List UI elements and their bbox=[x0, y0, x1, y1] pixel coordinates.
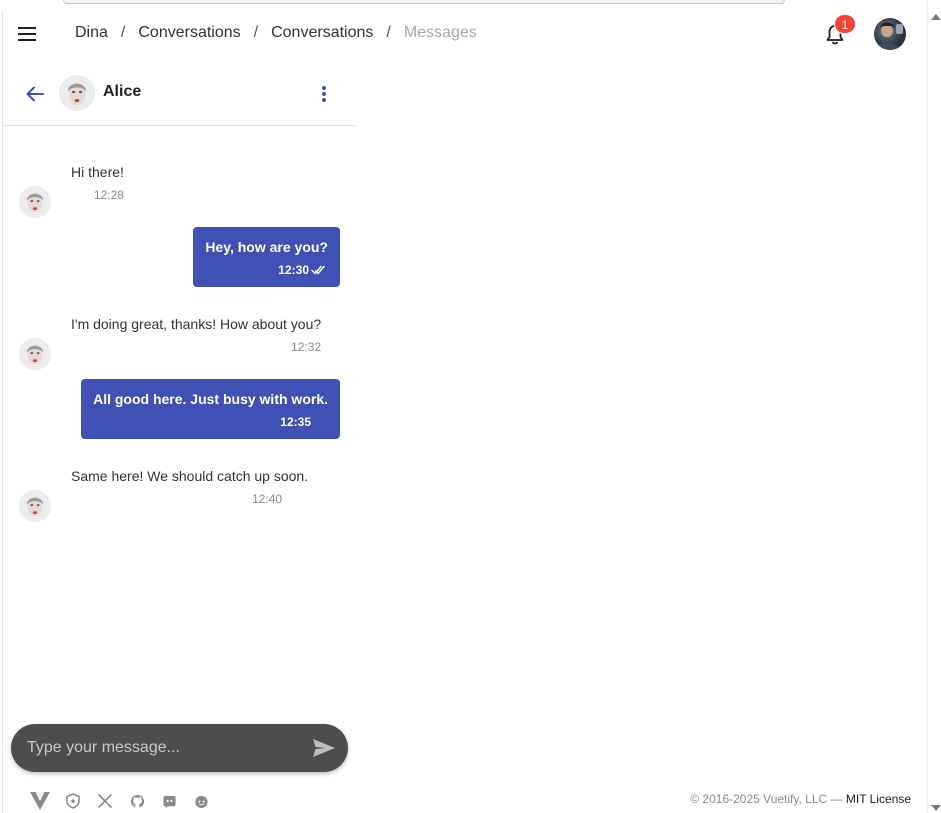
send-icon bbox=[313, 739, 335, 757]
scroll-down-arrow[interactable] bbox=[931, 805, 941, 811]
copyright-text: © 2016-2025 Vuetify, LLC — bbox=[690, 792, 843, 806]
arrow-left-icon bbox=[26, 86, 44, 102]
page-scrollbar[interactable] bbox=[927, 0, 941, 813]
window-top-edge bbox=[63, 0, 785, 4]
github-icon bbox=[130, 794, 144, 808]
message-time: 12:32 bbox=[291, 340, 322, 354]
reddit-icon bbox=[194, 795, 208, 808]
message-outgoing: Hey, how are you? 12:30 bbox=[193, 227, 340, 287]
discord-icon bbox=[162, 795, 176, 808]
breadcrumb-item-messages: Messages bbox=[403, 24, 477, 41]
message-avatar bbox=[19, 338, 51, 370]
more-vertical-icon bbox=[322, 86, 326, 102]
message-composer bbox=[11, 724, 348, 772]
x-link[interactable] bbox=[94, 790, 116, 812]
reddit-link[interactable] bbox=[190, 790, 212, 812]
conversation-header: Alice bbox=[3, 62, 356, 126]
message-avatar bbox=[19, 186, 51, 218]
back-button[interactable] bbox=[23, 82, 47, 106]
x-icon bbox=[98, 794, 112, 808]
message-text: Same here! We should catch up soon. bbox=[71, 468, 309, 484]
breadcrumb-separator: / bbox=[120, 24, 126, 41]
breadcrumb-separator: / bbox=[386, 24, 391, 41]
scroll-up-arrow[interactable] bbox=[931, 14, 941, 20]
footer-copyright: © 2016-2025 Vuetify, LLC — MIT License bbox=[690, 792, 911, 806]
breadcrumb-item-conversations-2[interactable]: Conversations bbox=[271, 23, 373, 43]
message-incoming: I'm doing great, thanks! How about you? … bbox=[71, 315, 321, 354]
message-text: All good here. Just busy with work. bbox=[93, 391, 328, 407]
message-time: 12:30 bbox=[278, 263, 309, 277]
shield-icon bbox=[66, 793, 80, 809]
message-time: 12:28 bbox=[93, 188, 124, 202]
double-check-icon bbox=[311, 265, 325, 275]
menu-button[interactable] bbox=[11, 18, 43, 50]
discord-link[interactable] bbox=[158, 790, 180, 812]
github-link[interactable] bbox=[126, 790, 148, 812]
vuetify-logo[interactable] bbox=[28, 790, 52, 812]
message-input[interactable] bbox=[27, 724, 297, 772]
message-meta: 12:35 bbox=[93, 415, 328, 429]
breadcrumb-item-dina[interactable]: Dina bbox=[75, 23, 108, 43]
message-avatar bbox=[19, 490, 51, 522]
notification-badge: 1 bbox=[834, 14, 856, 34]
contact-avatar bbox=[59, 75, 95, 111]
shield-link[interactable] bbox=[62, 790, 84, 812]
conversation-panel: Alice Hi there! 12:28 Hey, how are you? … bbox=[3, 62, 356, 813]
user-photo bbox=[876, 22, 903, 50]
more-options-button[interactable] bbox=[312, 82, 336, 106]
license-link[interactable]: MIT License bbox=[846, 792, 911, 806]
vuetify-logo-icon bbox=[30, 791, 50, 810]
message-text: Hey, how are you? bbox=[205, 239, 328, 255]
menu-icon bbox=[18, 27, 36, 41]
message-outgoing: All good here. Just busy with work. 12:3… bbox=[81, 379, 340, 439]
message-time: 12:35 bbox=[280, 415, 311, 429]
message-incoming: Hi there! 12:28 bbox=[71, 163, 124, 202]
send-button[interactable] bbox=[311, 736, 337, 760]
app-bar: Dina / Conversations / Conversations / M… bbox=[3, 6, 927, 62]
message-time: 12:40 bbox=[252, 492, 283, 506]
breadcrumb: Dina / Conversations / Conversations / M… bbox=[75, 23, 477, 43]
message-text: I'm doing great, thanks! How about you? bbox=[71, 316, 322, 332]
user-avatar[interactable] bbox=[874, 18, 906, 50]
footer-links bbox=[28, 790, 222, 812]
message-incoming: Same here! We should catch up soon. 12:4… bbox=[71, 467, 308, 506]
contact-name: Alice bbox=[103, 83, 142, 100]
message-meta: 12:30 bbox=[205, 263, 328, 277]
message-text: Hi there! bbox=[71, 164, 124, 180]
breadcrumb-item-conversations[interactable]: Conversations bbox=[138, 23, 240, 43]
breadcrumb-separator: / bbox=[253, 24, 259, 41]
